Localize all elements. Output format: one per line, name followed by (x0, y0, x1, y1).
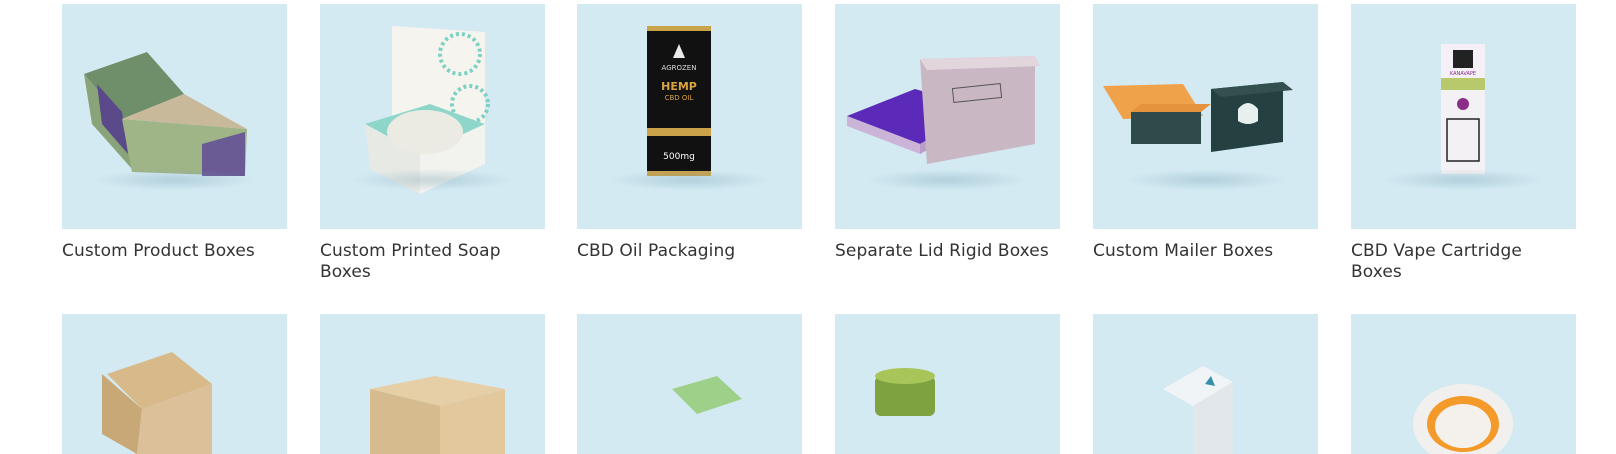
box-brand: AGROZEN (662, 64, 697, 72)
box-strength: 500mg (663, 152, 695, 162)
product-card[interactable]: AGROZEN HEMP CBD OIL 500mg CBD Oil Packa… (577, 4, 802, 262)
product-card[interactable] (62, 314, 287, 454)
product-image[interactable] (835, 4, 1060, 229)
box-sub: CBD OIL (665, 94, 694, 102)
product-card[interactable]: Separate Lid Rigid Boxes (835, 4, 1060, 262)
round-tube-graphic (1413, 384, 1513, 454)
product-title[interactable]: CBD Vape Cartridge Boxes (1351, 241, 1576, 282)
product-image[interactable] (320, 4, 545, 229)
product-title[interactable]: Separate Lid Rigid Boxes (835, 241, 1060, 262)
hemp-box-graphic (1163, 366, 1233, 454)
product-card[interactable]: Custom Product Boxes (62, 4, 287, 262)
product-title[interactable]: Custom Mailer Boxes (1093, 241, 1318, 262)
green-box-graphic (672, 376, 742, 414)
product-card[interactable] (835, 314, 1060, 454)
product-image[interactable] (835, 314, 1060, 454)
mailer-box-graphic (84, 52, 247, 176)
kraft-tray-graphic (370, 376, 505, 454)
product-card[interactable] (1351, 314, 1576, 454)
product-image[interactable] (320, 314, 545, 454)
product-card[interactable] (577, 314, 802, 454)
product-image[interactable] (577, 314, 802, 454)
rigid-box-graphic (847, 56, 1040, 164)
product-image[interactable] (62, 314, 287, 454)
mailer-boxes-graphic (1103, 82, 1293, 152)
product-image[interactable] (1351, 314, 1576, 454)
product-title[interactable]: Custom Product Boxes (62, 241, 287, 262)
jar-graphic (875, 368, 935, 416)
product-image[interactable] (62, 4, 287, 229)
product-title[interactable]: Custom Printed Soap Boxes (320, 241, 545, 282)
product-image[interactable] (1093, 4, 1318, 229)
product-grid: Custom Product Boxes Custom Printed Soap… (0, 0, 1616, 454)
product-card[interactable]: KANAVAPE CBD Vape Cartridge Boxes (1351, 4, 1576, 282)
product-card[interactable]: Custom Printed Soap Boxes (320, 4, 545, 282)
box-product: HEMP (661, 80, 697, 93)
cbd-oil-box-graphic: AGROZEN HEMP CBD OIL 500mg (647, 26, 711, 176)
product-image[interactable]: AGROZEN HEMP CBD OIL 500mg (577, 4, 802, 229)
product-card[interactable] (320, 314, 545, 454)
box-brand: KANAVAPE (1450, 71, 1476, 77)
kraft-box-graphic (102, 352, 212, 454)
vape-cartridge-box-graphic: KANAVAPE (1441, 44, 1485, 174)
product-title[interactable]: CBD Oil Packaging (577, 241, 802, 262)
product-image[interactable] (1093, 314, 1318, 454)
soap-box-graphic (365, 26, 490, 194)
product-card[interactable] (1093, 314, 1318, 454)
product-image[interactable]: KANAVAPE (1351, 4, 1576, 229)
product-card[interactable]: Custom Mailer Boxes (1093, 4, 1318, 262)
